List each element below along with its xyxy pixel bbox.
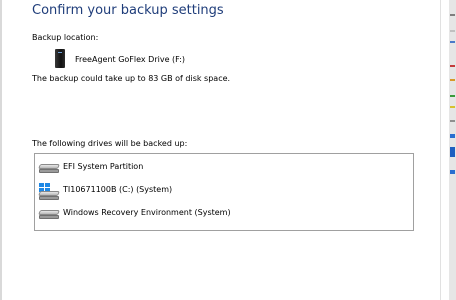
- drive-label: TI10671100B (C:) (System): [63, 185, 173, 194]
- dialog-title: Confirm your backup settings: [32, 3, 224, 18]
- backup-location-label: Backup location:: [32, 33, 99, 42]
- list-item-system-drive[interactable]: TI10671100B (C:) (System): [35, 182, 411, 202]
- hard-drive-icon: [38, 210, 60, 219]
- hard-drive-icon: [38, 191, 60, 200]
- dialog-right-edge: [440, 0, 449, 300]
- destination-drive-name: FreeAgent GoFlex Drive (F:): [75, 55, 185, 64]
- hard-drive-icon: [38, 164, 60, 173]
- drives-list-header: The following drives will be backed up:: [32, 139, 188, 148]
- external-drive-icon: [55, 49, 65, 68]
- disk-space-note: The backup could take up to 83 GB of dis…: [32, 74, 231, 83]
- drive-label: Windows Recovery Environment (System): [63, 208, 231, 217]
- drive-label: EFI System Partition: [63, 162, 144, 171]
- backup-confirm-dialog: Confirm your backup settings Backup loca…: [2, 0, 440, 300]
- background-window-strip: [449, 0, 456, 300]
- list-item-efi-partition[interactable]: EFI System Partition: [35, 160, 411, 180]
- drives-list[interactable]: EFI System Partition TI10671100B (C:) (S…: [34, 153, 414, 231]
- list-item-recovery-environment[interactable]: Windows Recovery Environment (System): [35, 206, 411, 226]
